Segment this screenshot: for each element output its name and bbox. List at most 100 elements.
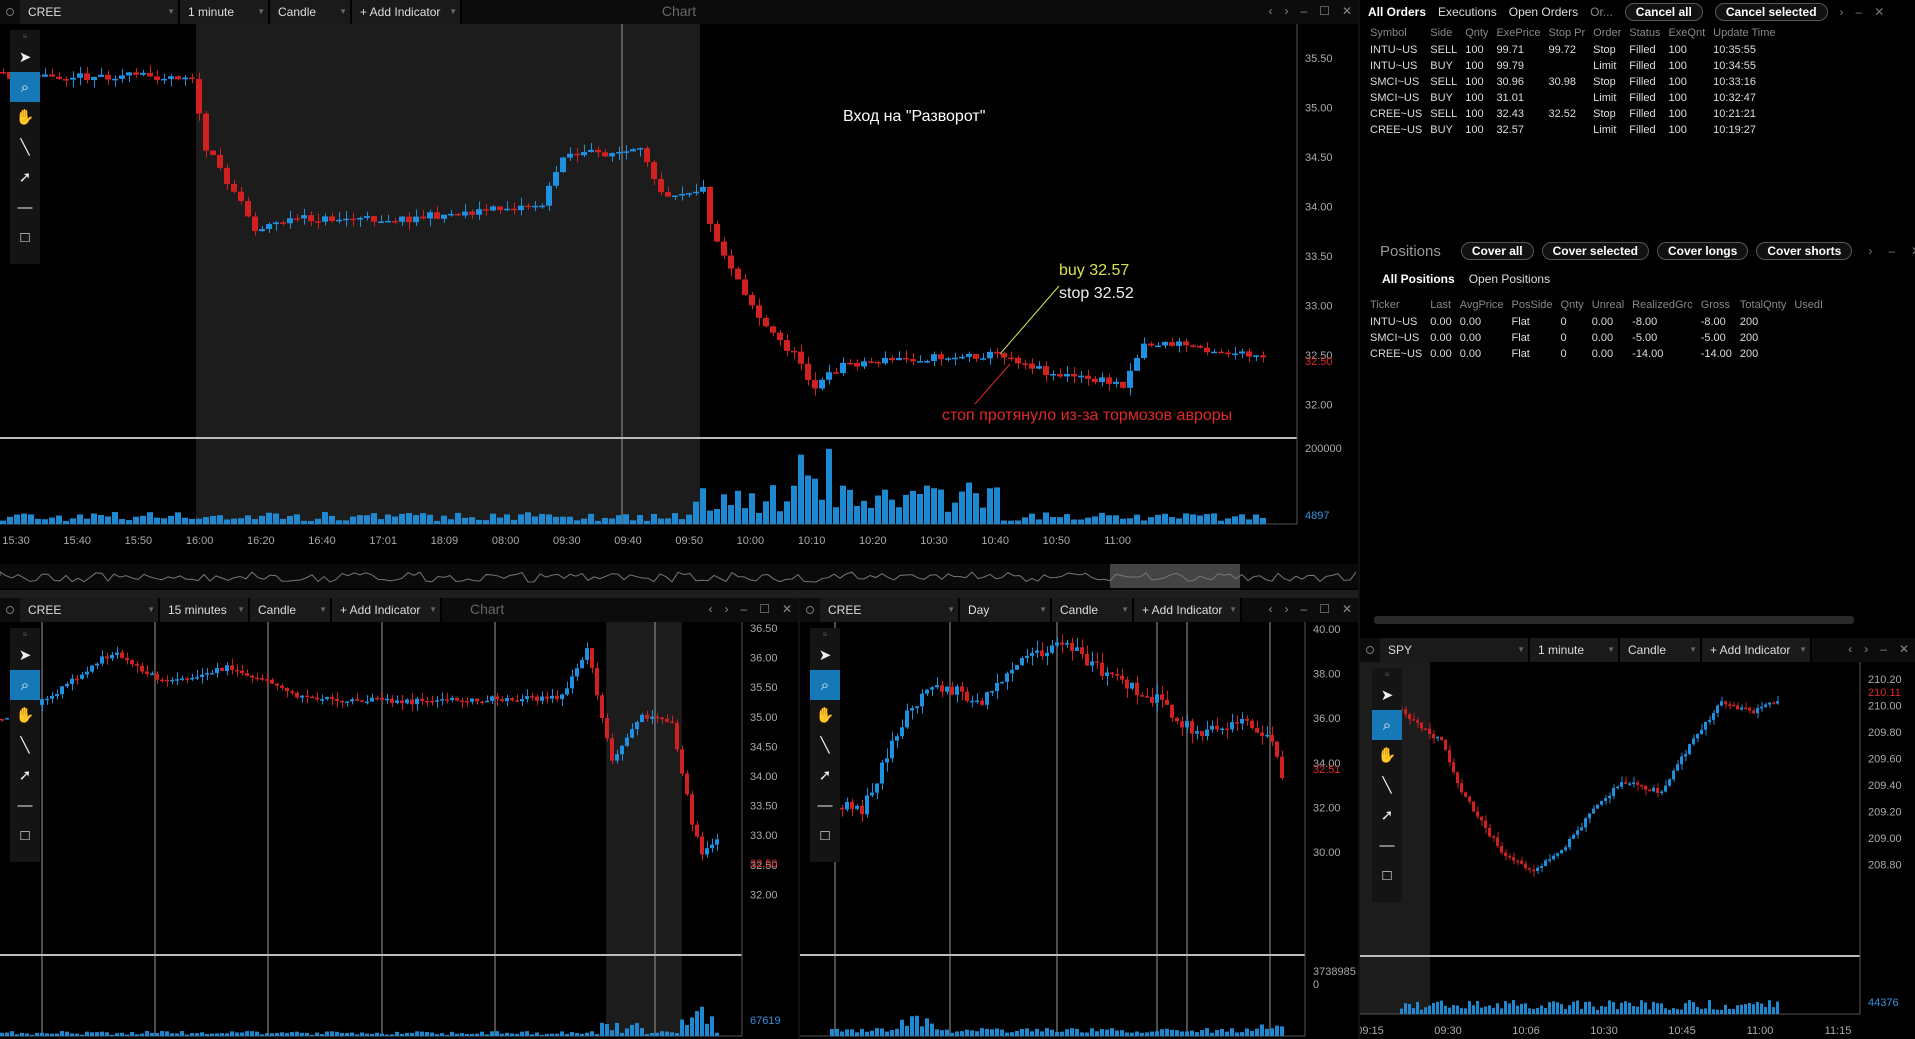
maximize-icon[interactable]: ☐ xyxy=(1319,602,1330,616)
link-dot-icon[interactable] xyxy=(6,8,14,16)
more-icon[interactable]: › xyxy=(1868,244,1872,258)
position-header[interactable]: Gross xyxy=(1697,296,1736,314)
position-header[interactable]: Unreal xyxy=(1588,296,1628,314)
hline-icon[interactable]: — xyxy=(810,790,840,820)
position-header[interactable]: UsedI xyxy=(1790,296,1827,314)
position-header[interactable]: PosSide xyxy=(1508,296,1557,314)
zoom-icon[interactable]: ⌕ xyxy=(810,670,840,700)
splitter-horizontal[interactable] xyxy=(0,590,1358,598)
hand-icon[interactable]: ✋ xyxy=(10,700,40,730)
prev-icon[interactable]: ‹ xyxy=(1268,4,1272,18)
symbol-selector[interactable]: CREE ▼ xyxy=(820,598,960,622)
order-header[interactable]: Qnty xyxy=(1461,24,1492,42)
hline-icon[interactable]: — xyxy=(10,192,40,222)
order-header[interactable]: ExeQnt xyxy=(1664,24,1709,42)
arrow-icon[interactable]: ➚ xyxy=(1372,800,1402,830)
line-icon[interactable]: ╲ xyxy=(810,730,840,760)
cursor-icon[interactable]: ➤ xyxy=(10,640,40,670)
next-icon[interactable]: › xyxy=(724,602,728,616)
add-indicator-button[interactable]: + Add Indicator ▼ xyxy=(1702,638,1812,662)
add-indicator-button[interactable]: + Add Indicator ▼ xyxy=(1134,598,1242,622)
cover-selected-button[interactable]: Cover selected xyxy=(1541,242,1649,260)
prev-icon[interactable]: ‹ xyxy=(1268,602,1272,616)
close-icon[interactable]: ✕ xyxy=(1899,642,1909,656)
order-row[interactable]: INTU~US SELL 100 99.71 99.72 Stop Filled 100 10:… xyxy=(1366,42,1780,58)
arrow-icon[interactable]: ➚ xyxy=(810,760,840,790)
grip-icon[interactable]: ≡ xyxy=(1372,668,1402,680)
chart2-price-chart[interactable]: 36.50 36.00 35.50 35.00 34.50 34.00 33.50 33.00… xyxy=(0,622,798,1039)
tab-open-orders[interactable]: Open Orders xyxy=(1509,5,1578,19)
chart4-price-chart[interactable]: 210.20 210.00 209.80 209.60 209.40 209.20 209.… xyxy=(1360,662,1915,1039)
cover-shorts-button[interactable]: Cover shorts xyxy=(1756,242,1853,260)
tab-more[interactable]: Or... xyxy=(1590,5,1613,19)
symbol-selector[interactable]: SPY ▼ xyxy=(1380,638,1530,662)
hline-icon[interactable]: — xyxy=(1372,830,1402,860)
symbol-selector[interactable]: CREE ▼ xyxy=(20,598,160,622)
position-row[interactable]: CREE~US 0.00 0.00 Flat 0 0.00 -14.00 -14.00 200 xyxy=(1366,346,1827,362)
grip-icon[interactable]: ≡ xyxy=(810,628,840,640)
next-icon[interactable]: › xyxy=(1284,602,1288,616)
order-row[interactable]: SMCI~US SELL 100 30.96 30.98 Stop Filled 100 10:… xyxy=(1366,74,1780,90)
tab-executions[interactable]: Executions xyxy=(1438,5,1497,19)
main-price-chart[interactable]: 35.50 35.00 34.50 34.00 33.50 33.00 32.50 32.00… xyxy=(0,24,1358,590)
next-icon[interactable]: › xyxy=(1284,4,1288,18)
hand-icon[interactable]: ✋ xyxy=(810,700,840,730)
zoom-icon[interactable]: ⌕ xyxy=(10,670,40,700)
arrow-icon[interactable]: ➚ xyxy=(10,162,40,192)
position-header[interactable]: TotalQnty xyxy=(1736,296,1790,314)
order-header[interactable]: Symbol xyxy=(1366,24,1426,42)
order-header[interactable]: Update Time xyxy=(1709,24,1779,42)
close-icon[interactable]: ✕ xyxy=(1342,602,1352,616)
order-header[interactable]: Status xyxy=(1625,24,1664,42)
interval-selector[interactable]: Day ▼ xyxy=(960,598,1052,622)
add-indicator-button[interactable]: + Add Indicator ▼ xyxy=(352,0,462,24)
interval-selector[interactable]: 1 minute ▼ xyxy=(1530,638,1620,662)
cancel-selected-button[interactable]: Cancel selected xyxy=(1714,3,1828,21)
position-row[interactable]: INTU~US 0.00 0.00 Flat 0 0.00 -8.00 -8.00 200 xyxy=(1366,314,1827,330)
grip-icon[interactable]: ≡ xyxy=(10,628,40,640)
line-icon[interactable]: ╲ xyxy=(10,730,40,760)
chart-type-selector[interactable]: Candle ▼ xyxy=(250,598,332,622)
cover-longs-button[interactable]: Cover longs xyxy=(1656,242,1749,260)
interval-selector[interactable]: 15 minutes ▼ xyxy=(160,598,250,622)
close-icon[interactable]: ✕ xyxy=(1874,5,1884,19)
position-header[interactable]: Ticker xyxy=(1366,296,1426,314)
rectangle-icon[interactable]: □ xyxy=(10,820,40,850)
close-icon[interactable]: ✕ xyxy=(1911,244,1915,258)
arrow-icon[interactable]: ➚ xyxy=(10,760,40,790)
link-dot-icon[interactable] xyxy=(1366,646,1374,654)
tab-open-positions[interactable]: Open Positions xyxy=(1469,272,1550,286)
cursor-icon[interactable]: ➤ xyxy=(1372,680,1402,710)
cover-all-button[interactable]: Cover all xyxy=(1460,242,1534,260)
minimize-icon[interactable]: – xyxy=(1300,4,1307,18)
splitter-vertical[interactable] xyxy=(1358,0,1360,1039)
tab-all-positions[interactable]: All Positions xyxy=(1382,272,1455,286)
order-header[interactable]: Stop Pr xyxy=(1544,24,1589,42)
chart-type-selector[interactable]: Candle ▼ xyxy=(1052,598,1134,622)
minimize-icon[interactable]: – xyxy=(1888,244,1895,258)
symbol-selector[interactable]: CREE ▼ xyxy=(20,0,180,24)
next-icon[interactable]: › xyxy=(1864,642,1868,656)
link-dot-icon[interactable] xyxy=(6,606,14,614)
close-icon[interactable]: ✕ xyxy=(1342,4,1352,18)
rectangle-icon[interactable]: □ xyxy=(10,222,40,252)
zoom-icon[interactable]: ⌕ xyxy=(1372,710,1402,740)
prev-icon[interactable]: ‹ xyxy=(1848,642,1852,656)
interval-selector[interactable]: 1 minute ▼ xyxy=(180,0,270,24)
order-header[interactable]: Side xyxy=(1426,24,1461,42)
minimize-icon[interactable]: – xyxy=(740,602,747,616)
minimize-icon[interactable]: – xyxy=(1856,5,1863,19)
cancel-all-button[interactable]: Cancel all xyxy=(1624,3,1703,21)
grip-icon[interactable]: ≡ xyxy=(10,30,40,42)
hand-icon[interactable]: ✋ xyxy=(10,102,40,132)
hand-icon[interactable]: ✋ xyxy=(1372,740,1402,770)
more-icon[interactable]: › xyxy=(1840,5,1844,19)
tab-all-orders[interactable]: All Orders xyxy=(1368,5,1426,19)
position-header[interactable]: Qnty xyxy=(1557,296,1588,314)
rectangle-icon[interactable]: □ xyxy=(1372,860,1402,890)
horizontal-scrollbar[interactable] xyxy=(1374,616,1854,624)
hline-icon[interactable]: — xyxy=(10,790,40,820)
position-header[interactable]: Last xyxy=(1426,296,1455,314)
order-row[interactable]: CREE~US SELL 100 32.43 32.52 Stop Filled 100 10:… xyxy=(1366,106,1780,122)
maximize-icon[interactable]: ☐ xyxy=(759,602,770,616)
